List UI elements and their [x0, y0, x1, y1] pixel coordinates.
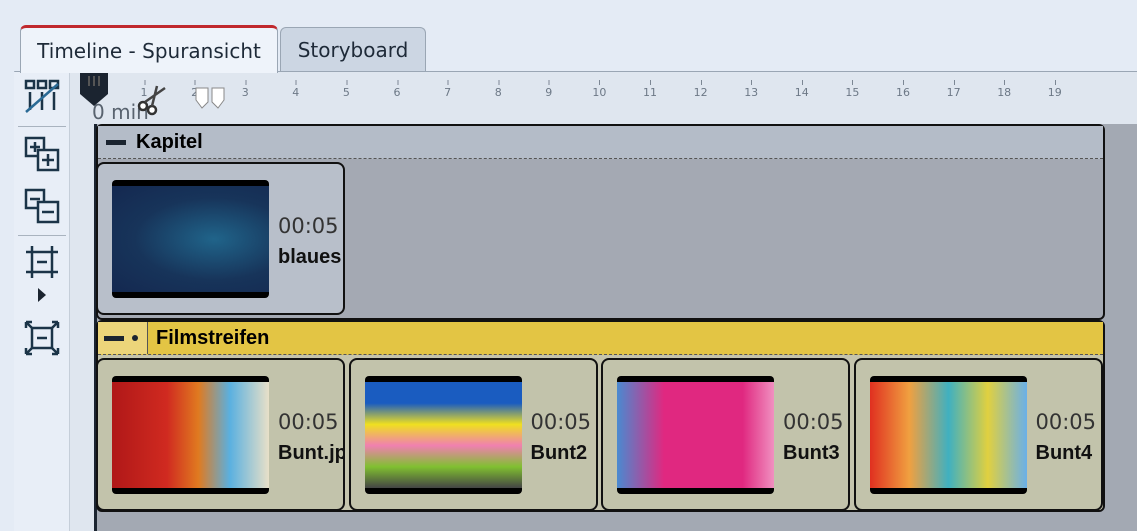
clip-card[interactable]: 00:05 Bunt2	[348, 358, 598, 511]
track-toggle-icon[interactable]	[24, 78, 60, 114]
clip-duration: 00:05	[278, 410, 339, 434]
ruler-tick: 18	[997, 80, 1012, 99]
time-ruler[interactable]: 1 2 3 4 5 6 7 8 9 10 11 12 13 14 15 16 17 18 19	[71, 72, 1137, 124]
ruler-tick: 6	[393, 80, 401, 99]
expand-all-icon[interactable]	[24, 136, 60, 172]
tab-label: Storyboard	[297, 37, 409, 62]
ruler-tick: 10	[592, 80, 607, 99]
ruler-tick: 17	[946, 80, 961, 99]
clip-thumbnail	[617, 376, 774, 494]
ruler-tick: 7	[444, 80, 452, 99]
group-title: Kapitel	[136, 130, 203, 153]
collapse-icon[interactable]	[104, 335, 124, 341]
clip-duration: 00:05	[1035, 410, 1097, 434]
clip-duration: 00:05	[530, 410, 592, 434]
scissors-icon[interactable]	[135, 80, 171, 116]
ruler-tick: 4	[292, 80, 300, 99]
ruler-tick: 13	[744, 80, 759, 99]
clip-card[interactable]: 00:05 Bunt.jpg	[96, 358, 345, 511]
ruler-tick: 19	[1047, 80, 1062, 99]
clip-thumbnail	[869, 376, 1027, 494]
clip-name: Bunt4	[1035, 442, 1093, 464]
dot-icon	[132, 335, 138, 341]
toolbar	[14, 72, 70, 531]
zoom-fit-icon[interactable]	[24, 320, 60, 356]
clip-duration: 00:05	[278, 214, 339, 238]
fit-tracks-icon[interactable]	[24, 244, 60, 280]
ruler-tick: 15	[845, 80, 860, 99]
ruler-tick: 11	[643, 80, 657, 99]
clip-thumbnail	[364, 376, 522, 494]
ruler-tick: 16	[896, 80, 910, 99]
tab-timeline[interactable]: Timeline - Spuransicht	[20, 25, 278, 73]
ruler-tick: 9	[545, 80, 553, 99]
ruler-tick: 3	[241, 80, 249, 99]
ruler-tick: 14	[794, 80, 809, 99]
tab-label: Timeline - Spuransicht	[37, 38, 261, 63]
collapse-icon[interactable]	[106, 139, 126, 145]
ruler-tick: 8	[494, 80, 502, 99]
expand-arrow-icon[interactable]	[38, 288, 46, 302]
group-title: Filmstreifen	[156, 326, 270, 349]
clip-name: Bunt2	[530, 442, 588, 464]
clip-duration: 00:05	[783, 410, 844, 434]
group-header[interactable]: Filmstreifen	[98, 322, 1103, 355]
tab-storyboard[interactable]: Storyboard	[280, 27, 426, 71]
ruler-tick: 5	[342, 80, 350, 99]
clip-name: blaues	[278, 246, 342, 268]
clip-card[interactable]: 00:05 Bunt3	[601, 358, 850, 511]
clip-name: Bunt.jpg	[278, 442, 343, 464]
clip-name: Bunt3	[783, 442, 840, 464]
clip-card[interactable]: 00:05 Bunt4	[853, 358, 1103, 511]
collapse-all-icon[interactable]	[24, 188, 60, 224]
clip-card[interactable]: 00:05 blaues	[96, 162, 345, 315]
marker-icon[interactable]	[194, 86, 226, 110]
playhead[interactable]	[80, 72, 110, 108]
group-header[interactable]: Kapitel	[98, 126, 1103, 159]
ruler-tick: 12	[693, 80, 708, 99]
clip-thumbnail	[112, 180, 269, 298]
clip-thumbnail	[112, 376, 269, 494]
